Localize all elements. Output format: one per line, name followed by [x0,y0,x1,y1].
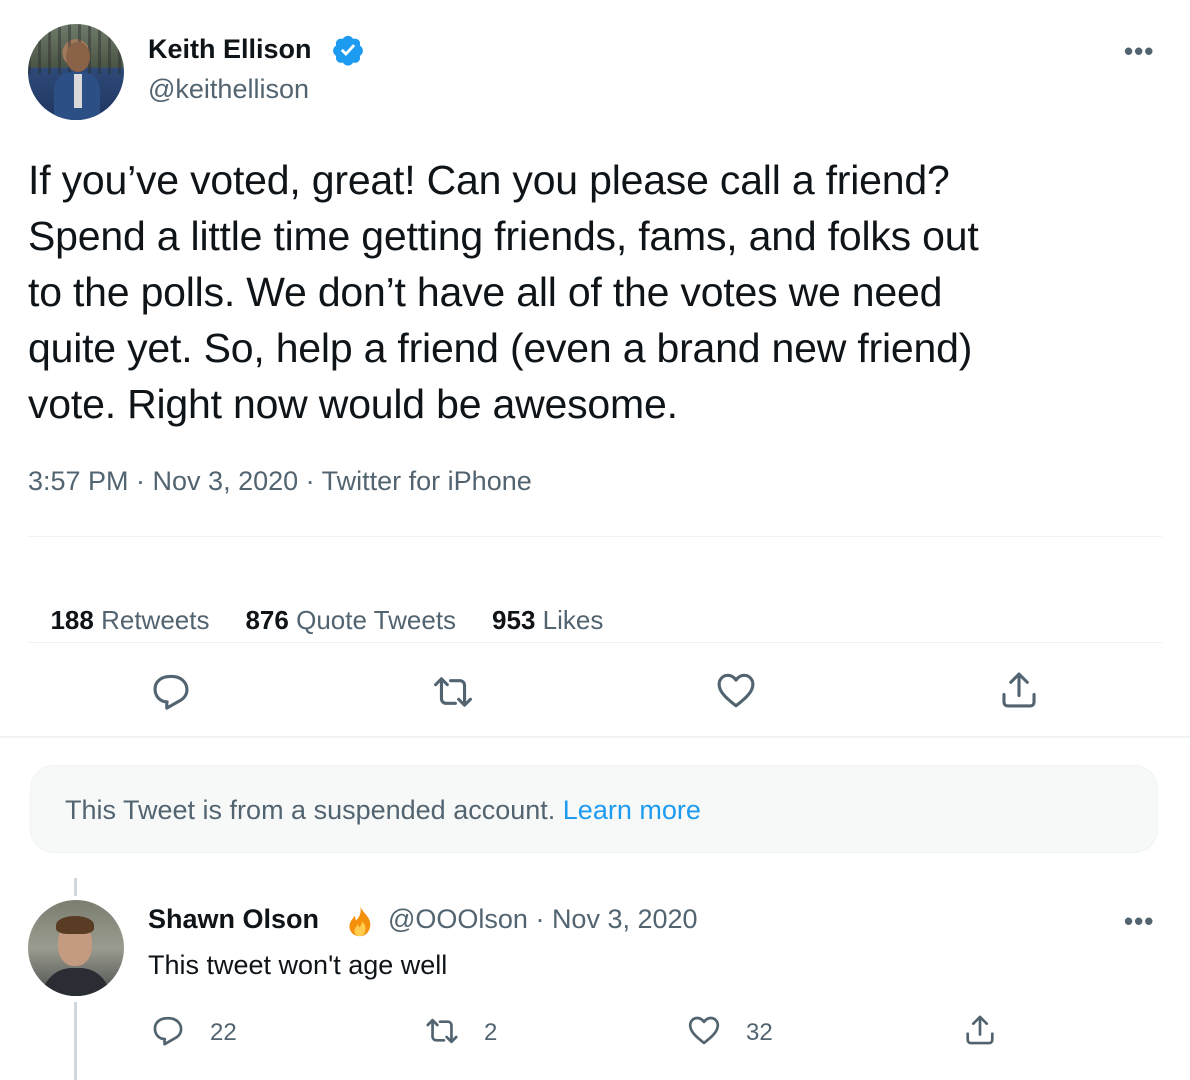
tweet-metadata[interactable]: 3:57 PM · Nov 3, 2020 · Twitter for iPho… [28,466,532,497]
like-count: 32 [746,1019,773,1046]
divider [28,536,1162,537]
verified-badge-icon [331,33,365,67]
notice-text: This Tweet is from a suspended account. [65,795,556,825]
retweets-stat[interactable]: 188 Retweets [50,605,209,636]
retweets-count: 188 [50,605,94,635]
reply-like-icon[interactable] [686,1012,722,1048]
tweet-text: If you’ve voted, great! Can you please c… [28,157,979,427]
avatar-hair [56,916,94,934]
share-icon[interactable] [997,668,1041,712]
reply-share-icon[interactable] [962,1012,998,1048]
fire-icon [342,904,378,942]
avatar-head [66,42,90,72]
likes-label: Likes [542,605,604,635]
author-name[interactable]: Keith Ellison [148,34,312,65]
reply-retweet-icon[interactable] [424,1013,460,1049]
like-icon[interactable] [714,668,758,712]
quote-tweets-stat[interactable]: 876 Quote Tweets [245,605,456,636]
tweet-stats: 188 Retweets 876 Quote Tweets 953 Likes [36,574,639,636]
avatar-body [42,968,110,996]
suspended-account-notice: This Tweet is from a suspended account. … [30,765,1158,853]
reply-reply-icon[interactable] [150,1013,186,1049]
reply-text: This tweet won't age well [148,950,448,980]
retweet-count: 2 [484,1019,498,1046]
likes-count: 953 [492,605,536,635]
avatar-tie [74,74,82,108]
thread-line-bottom [74,1002,77,1080]
learn-more-link[interactable]: Learn more [563,795,701,825]
reply-count: 22 [210,1019,237,1046]
divider [0,736,1190,738]
quotes-label: Quote Tweets [296,605,457,635]
retweet-icon[interactable] [431,670,475,714]
author-avatar[interactable] [28,24,124,120]
reply-more-options-icon[interactable]: ••• [1124,906,1154,937]
retweets-label: Retweets [101,605,210,635]
author-handle[interactable]: @keithellison [148,74,309,105]
reply-handle-date[interactable]: @OOOlson · Nov 3, 2020 [388,904,698,935]
divider [28,642,1162,643]
quotes-count: 876 [245,605,289,635]
more-options-icon[interactable]: ••• [1124,36,1154,67]
reply-author-name[interactable]: Shawn Olson [148,904,319,935]
likes-stat[interactable]: 953 Likes [492,605,603,636]
thread-line-top [74,878,77,896]
reply-author-avatar[interactable] [28,900,124,996]
reply-icon[interactable] [149,670,193,714]
